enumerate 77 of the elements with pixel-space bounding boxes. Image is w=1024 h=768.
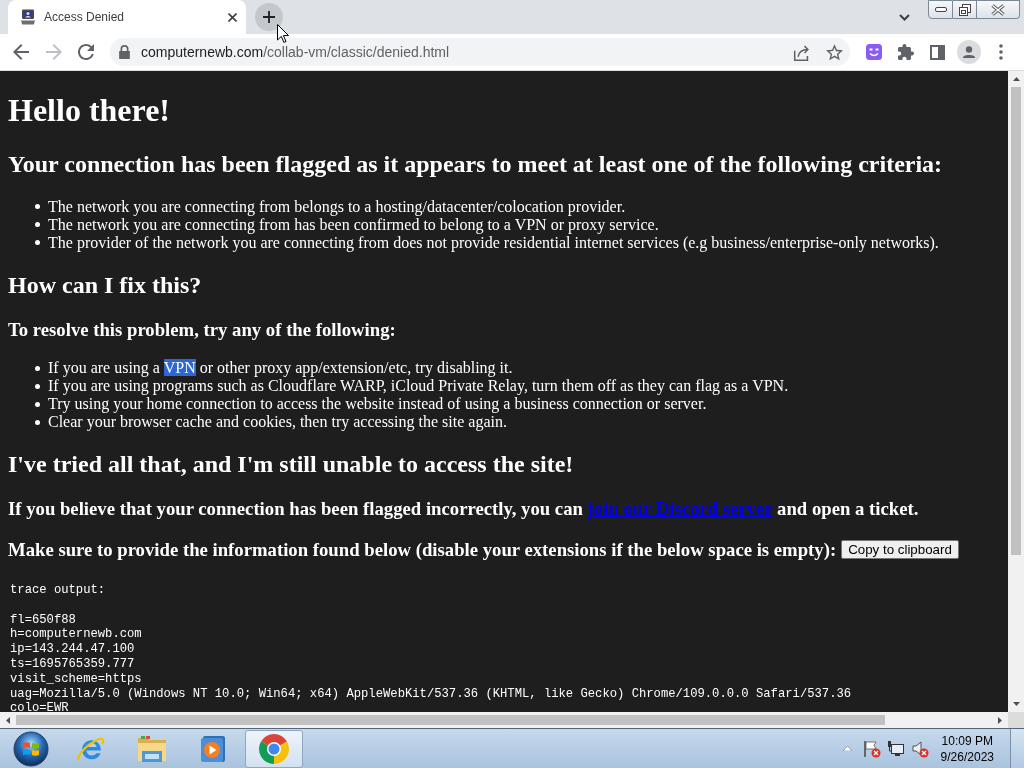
scrollbar-thumb[interactable] [1011, 87, 1021, 555]
page-heading: Your connection has been flagged as it appears to meet at least one of the following criteria: [8, 150, 944, 178]
chevron-down-icon [898, 13, 910, 21]
horizontal-scrollbar[interactable] [0, 712, 1008, 728]
menu-icon [999, 44, 1003, 60]
close-button[interactable] [977, 0, 1020, 19]
speaker-icon[interactable] [910, 739, 929, 758]
network-icon[interactable] [886, 739, 905, 758]
taskbar-button[interactable] [245, 729, 303, 768]
trace-line: visit_scheme=https [10, 671, 142, 687]
address-bar[interactable]: computernewb.com/collab-vm/classic/denied.html [110, 38, 850, 66]
bullet-icon [35, 383, 40, 389]
new-tab-button[interactable] [255, 3, 283, 31]
support-text: If you believe that your connection has been flagged incorrectly, you can join our Discord server and open a ticket. [8, 498, 920, 521]
start-orb-icon [13, 730, 49, 767]
bullet-icon [35, 240, 40, 246]
share-icon [792, 43, 810, 61]
plus-icon [263, 11, 275, 23]
lock-icon [119, 45, 130, 59]
trace-line: colo=EWR [10, 701, 69, 712]
computer-icon [20, 9, 36, 25]
section-heading: I've tried all that, and I'm still unable to access the site! [8, 451, 575, 479]
browser-tab[interactable]: Access Denied [8, 0, 246, 34]
trace-label: trace output: [10, 583, 106, 598]
list-item-text: If you are using a VPN or other proxy app/extension/etc, try disabling it. [48, 359, 513, 378]
restore-button[interactable] [953, 0, 977, 19]
left-arrow-icon [13, 44, 29, 60]
folder-icon [137, 734, 167, 763]
list-item-text: Clear your browser cache and cookies, then try accessing the site again. [48, 413, 507, 432]
scroll-right-arrow-icon[interactable] [998, 716, 1002, 724]
vertical-scrollbar[interactable] [1008, 71, 1024, 712]
scrollbar-corner [1008, 712, 1024, 728]
subheading: To resolve this problem, try any of the following: [8, 318, 397, 341]
minimize-button[interactable] [928, 0, 953, 19]
right-arrow-icon [46, 44, 62, 60]
trace-line: h=computernewb.com [10, 627, 142, 643]
trace-line: ip=143.244.47.100 [10, 642, 135, 658]
bullet-icon [35, 365, 40, 371]
trace-line: uag=Mozilla/5.0 (Windows NT 10.0; Win64; x64) AppleWebKit/537.36 (KHTML, like Gecko) Chrome/109.0.0.0 Safari/537.36 [10, 686, 852, 702]
close-icon [227, 12, 237, 22]
minimize-icon [934, 7, 947, 12]
list-item-text: The provider of the network you are connecting from does not provide residential internet services (e.g business/enterprise-only networks). [48, 233, 939, 252]
smiley-icon [866, 44, 882, 60]
close-icon [991, 3, 1005, 16]
scroll-up-arrow-icon[interactable] [1012, 77, 1020, 81]
reload-icon [78, 44, 94, 60]
browser-logo-icon [259, 733, 289, 764]
copy-button[interactable]: Copy to clipboard [841, 540, 959, 560]
star-icon [825, 43, 843, 61]
info-text: Make sure to provide the information found below (disable your extensions if the below space is empty): [8, 538, 837, 560]
flag-icon[interactable] [862, 739, 881, 758]
bullet-icon [35, 204, 40, 210]
scroll-left-arrow-icon[interactable] [6, 716, 10, 724]
clock-date[interactable]: 9/26/2023 [940, 748, 994, 765]
clock-time[interactable]: 10:09 PM [941, 732, 993, 749]
show-desktop-button[interactable] [1010, 729, 1024, 768]
list-item-text: The network you are connecting from has been confirmed to belong to a VPN or proxy service. [48, 215, 659, 234]
play-tile-icon [200, 734, 226, 763]
triangle-up-icon [843, 746, 853, 751]
bullet-icon [35, 419, 40, 425]
side-panel-icon [929, 44, 945, 60]
profile-button[interactable] [955, 38, 983, 66]
scrollbar-thumb[interactable] [16, 715, 885, 725]
restore-icon [958, 3, 971, 16]
trace-line: fl=650f88 [10, 612, 76, 628]
section-heading: How can I fix this? [8, 271, 203, 299]
url-text: computernewb.com/collab-vm/classic/denied.html [141, 44, 450, 60]
list-item-text: Try using your home connection to access the website instead of using a business connection or server. [48, 395, 707, 414]
bullet-icon [35, 222, 40, 228]
trace-line: ts=1695765359.777 [10, 657, 135, 672]
list-item-text: The network you are connecting from belongs to a hosting/datacenter/colocation provider. [48, 197, 626, 216]
scroll-down-arrow-icon[interactable] [1012, 702, 1020, 706]
bullet-icon [35, 401, 40, 407]
list-item-text: If you are using programs such as Cloudflare WARP, iCloud Private Relay, turn them off as they can flag as a VPN. [48, 377, 789, 396]
page-title: Hello there! [8, 92, 171, 130]
puzzle-icon [898, 44, 914, 60]
avatar-icon [957, 40, 981, 64]
